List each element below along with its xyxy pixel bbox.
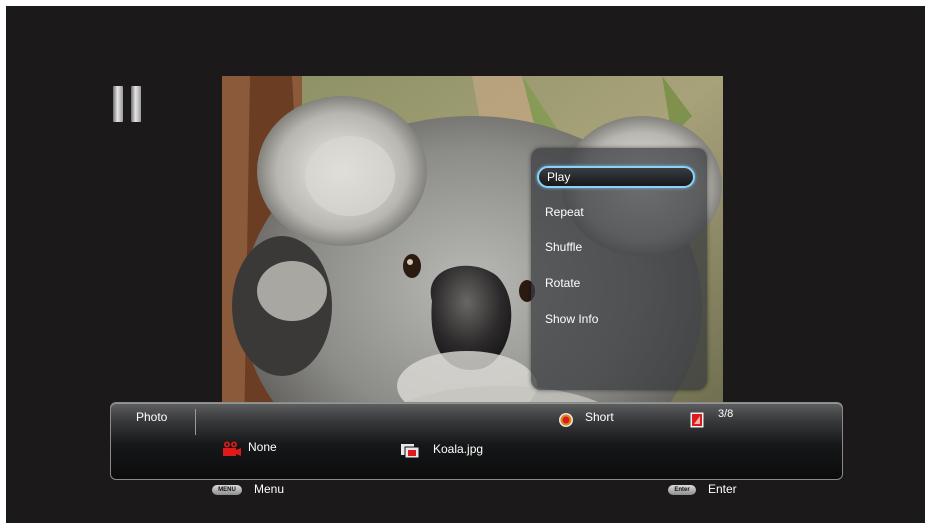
pause-icon <box>113 86 145 122</box>
pause-bar-left <box>113 86 123 122</box>
menu-item-repeat[interactable]: Repeat <box>537 201 695 223</box>
menu-key-icon: MENU <box>212 485 242 495</box>
menu-item-play[interactable]: Play <box>537 166 695 188</box>
photo-counter: 3/8 <box>718 408 734 420</box>
category-label: Photo <box>136 410 168 424</box>
options-menu: Play Repeat Shuffle Rotate Show Info <box>531 148 707 390</box>
menu-item-rotate[interactable]: Rotate <box>537 272 695 294</box>
speed-dial-icon <box>559 413 573 427</box>
photo-file-icon <box>401 444 420 459</box>
menu-hint-label: Menu <box>254 482 285 496</box>
file-name: Koala.jpg <box>433 442 484 456</box>
film-camera-icon <box>223 441 241 456</box>
menu-item-show-info[interactable]: Show Info <box>537 308 695 330</box>
info-bar-divider <box>195 409 196 435</box>
info-bar: Photo None Koala.jpg Short 3/8 <box>110 402 843 480</box>
enter-hint-label: Enter <box>708 482 737 496</box>
speed-label: Short <box>585 410 614 424</box>
enter-key-icon: Enter <box>668 485 696 495</box>
pause-bar-right <box>131 86 141 122</box>
music-label: None <box>248 440 277 454</box>
photo-count-icon <box>690 412 704 428</box>
menu-item-shuffle[interactable]: Shuffle <box>537 236 695 258</box>
